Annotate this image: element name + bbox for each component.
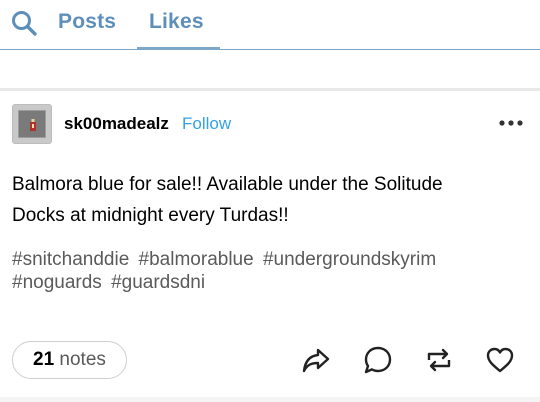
reply-icon[interactable] [362, 344, 394, 376]
tag-link[interactable]: #noguards [12, 272, 102, 293]
active-tab-indicator [137, 47, 220, 50]
notes-label: notes [59, 349, 106, 370]
tag-link[interactable]: #undergroundskyrim [263, 249, 436, 270]
notes-button[interactable]: 21 notes [12, 341, 127, 379]
bottle-icon [30, 119, 36, 131]
post-card: sk00madealz Follow Balmora blue for sale… [0, 91, 540, 402]
search-icon[interactable] [10, 9, 38, 37]
avatar[interactable] [12, 104, 52, 144]
tag-link[interactable]: #balmorablue [139, 249, 254, 270]
post-bottom-border [0, 397, 540, 402]
tab-bar: Posts Likes [0, 0, 540, 50]
post-tags: #snitchanddie #balmorablue #undergrounds… [12, 248, 532, 294]
post-body-line: Balmora blue for sale!! Available under … [12, 174, 443, 195]
avatar-image [18, 110, 46, 138]
share-icon[interactable] [300, 344, 332, 376]
tag-link[interactable]: #snitchanddie [12, 249, 129, 270]
notes-count: 21 [33, 349, 55, 370]
tab-likes[interactable]: Likes [149, 10, 204, 34]
tab-posts[interactable]: Posts [58, 10, 116, 34]
reblog-icon[interactable] [423, 344, 455, 376]
like-icon[interactable] [484, 344, 516, 376]
follow-button[interactable]: Follow [182, 114, 231, 134]
tag-link[interactable]: #guardsdni [111, 272, 205, 293]
post-body: Balmora blue for sale!! Available under … [12, 169, 532, 231]
more-options-icon[interactable] [498, 119, 524, 127]
post-body-line: Docks at midnight every Turdas!! [12, 205, 289, 226]
post-username[interactable]: sk00madealz [64, 114, 169, 134]
